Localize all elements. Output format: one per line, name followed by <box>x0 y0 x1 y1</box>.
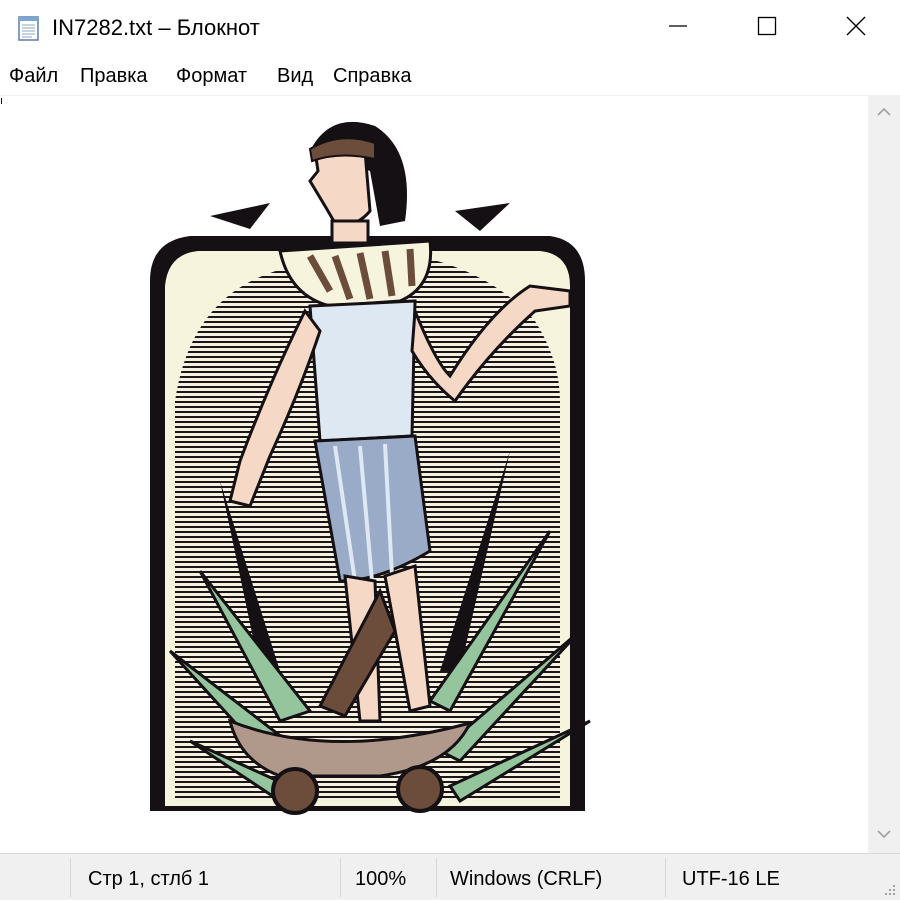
maximize-icon <box>757 16 777 41</box>
egyptian-woman-clipart <box>150 121 591 815</box>
scroll-up-button[interactable] <box>868 95 900 131</box>
status-zoom: 100% <box>355 868 407 890</box>
text-caret <box>1 98 2 104</box>
menu-help[interactable]: Справка <box>333 65 411 88</box>
status-cursor-position: Стр 1, стлб 1 <box>88 868 210 890</box>
window-title: IN7282.txt – Блокнот <box>52 15 260 40</box>
close-icon <box>846 16 866 41</box>
status-divider <box>340 858 341 897</box>
status-divider <box>70 858 71 897</box>
minimize-button[interactable] <box>633 0 723 57</box>
scroll-down-button[interactable] <box>868 817 900 853</box>
chevron-up-icon <box>877 104 891 122</box>
status-divider <box>665 858 666 897</box>
menu-file[interactable]: Файл <box>9 65 58 88</box>
status-line-endings: Windows (CRLF) <box>450 868 603 890</box>
menu-format[interactable]: Формат <box>176 65 247 88</box>
menu-edit[interactable]: Правка <box>80 65 148 88</box>
menu-bar: Файл Правка Формат Вид Справка <box>0 57 900 95</box>
notepad-icon <box>14 13 44 43</box>
minimize-icon <box>668 16 688 41</box>
vertical-scrollbar[interactable] <box>868 95 900 853</box>
close-button[interactable] <box>811 0 900 57</box>
text-editor-area[interactable] <box>0 95 868 853</box>
maximize-button[interactable] <box>722 0 812 57</box>
chevron-down-icon <box>877 826 891 844</box>
status-encoding: UTF-16 LE <box>682 868 780 890</box>
status-divider <box>436 858 437 897</box>
status-bar: Стр 1, стлб 1 100% Windows (CRLF) UTF-16… <box>0 853 900 900</box>
title-bar[interactable]: IN7282.txt – Блокнот <box>0 0 900 57</box>
menu-view[interactable]: Вид <box>277 65 313 88</box>
resize-grip-icon[interactable] <box>882 882 896 896</box>
